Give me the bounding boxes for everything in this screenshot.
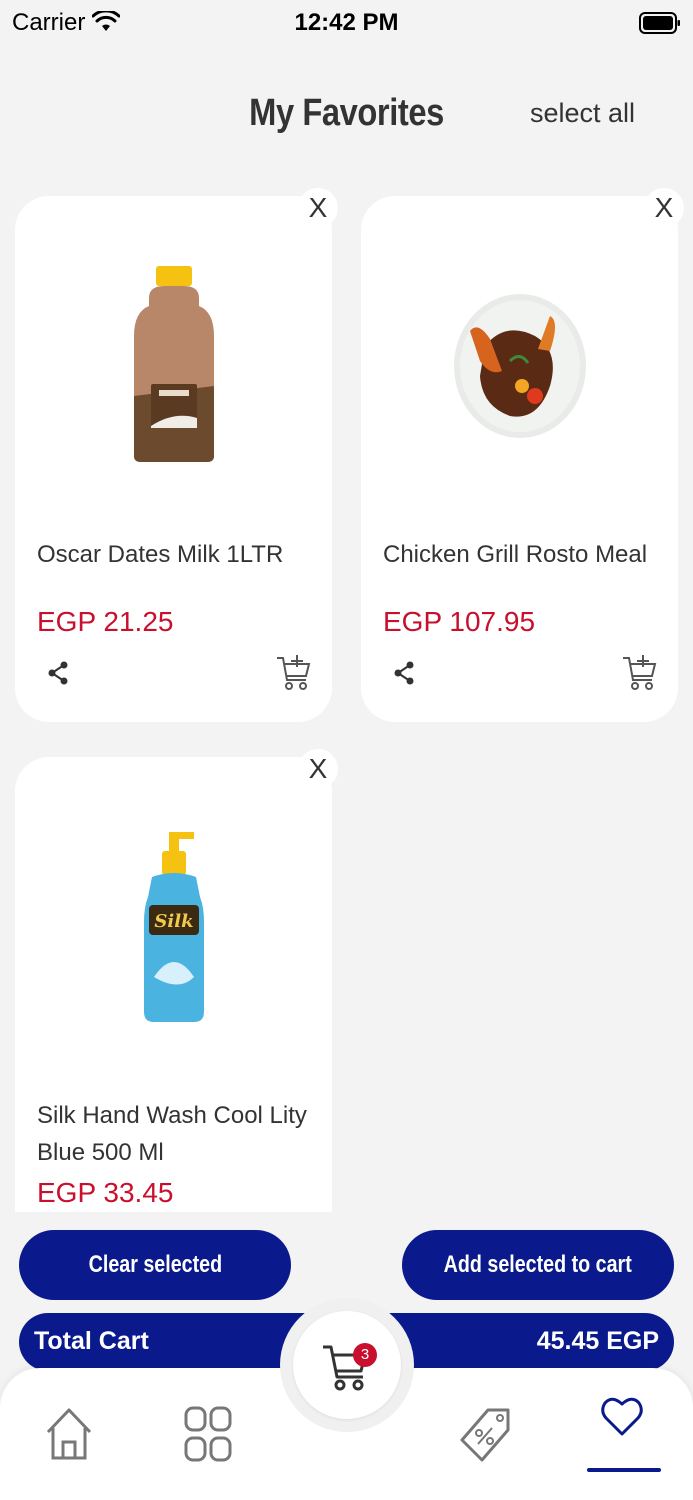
offers-icon[interactable] <box>458 1406 512 1469</box>
product-price: EGP 33.45 <box>37 1177 174 1208</box>
total-cart-label: Total Cart <box>34 1327 149 1355</box>
clear-selected-button[interactable]: Clear selected <box>19 1230 291 1300</box>
product-name: Chicken Grill Rosto Meal <box>383 541 648 568</box>
product-price: EGP 21.25 <box>37 606 174 637</box>
svg-text:Silk: Silk <box>154 911 193 932</box>
share-icon[interactable] <box>393 661 415 690</box>
remove-button[interactable]: X <box>298 749 338 789</box>
product-name: Silk Hand Wash Cool Lity Blue 500 Ml <box>37 1102 307 1166</box>
select-all-button[interactable]: select all <box>530 98 635 129</box>
status-bar: Carrier 12:42 PM <box>0 0 693 48</box>
favorites-icon[interactable] <box>600 1394 644 1443</box>
product-card[interactable]: X Silk Silk Hand Wash Cool Lity Blue 500… <box>15 749 338 1212</box>
add-to-cart-icon[interactable] <box>276 652 312 697</box>
add-to-cart-icon[interactable] <box>622 652 658 697</box>
product-name: Oscar Dates Milk 1LTR <box>37 541 284 568</box>
product-image: Silk <box>15 807 332 1047</box>
share-icon[interactable] <box>47 661 69 690</box>
active-tab-indicator <box>587 1468 661 1472</box>
home-icon[interactable] <box>44 1406 94 1467</box>
remove-button[interactable]: X <box>644 188 684 228</box>
cart-button[interactable]: 3 <box>280 1298 414 1432</box>
cart-button-inner: 3 <box>293 1311 401 1419</box>
product-card[interactable]: X Oscar Dates Milk 1LTR EGP 21.25 <box>15 188 338 722</box>
product-image <box>15 246 332 486</box>
product-card[interactable]: X Chicken Grill Rosto Meal EGP 107.95 <box>361 188 684 722</box>
clear-selected-label: Clear selected <box>88 1251 222 1278</box>
cart-count-badge: 3 <box>353 1343 377 1367</box>
remove-button[interactable]: X <box>298 188 338 228</box>
product-price: EGP 107.95 <box>383 606 536 637</box>
favorites-grid[interactable]: X Oscar Dates Milk 1LTR EGP 21.25 X Chic… <box>0 160 693 1212</box>
total-cart-value: 45.45 EGP <box>536 1327 659 1355</box>
add-selected-to-cart-button[interactable]: Add selected to cart <box>402 1230 674 1300</box>
product-image <box>361 246 678 486</box>
battery-icon <box>639 11 681 40</box>
status-time: 12:42 PM <box>294 9 399 36</box>
add-selected-label: Add selected to cart <box>443 1251 633 1278</box>
categories-icon[interactable] <box>184 1406 232 1467</box>
